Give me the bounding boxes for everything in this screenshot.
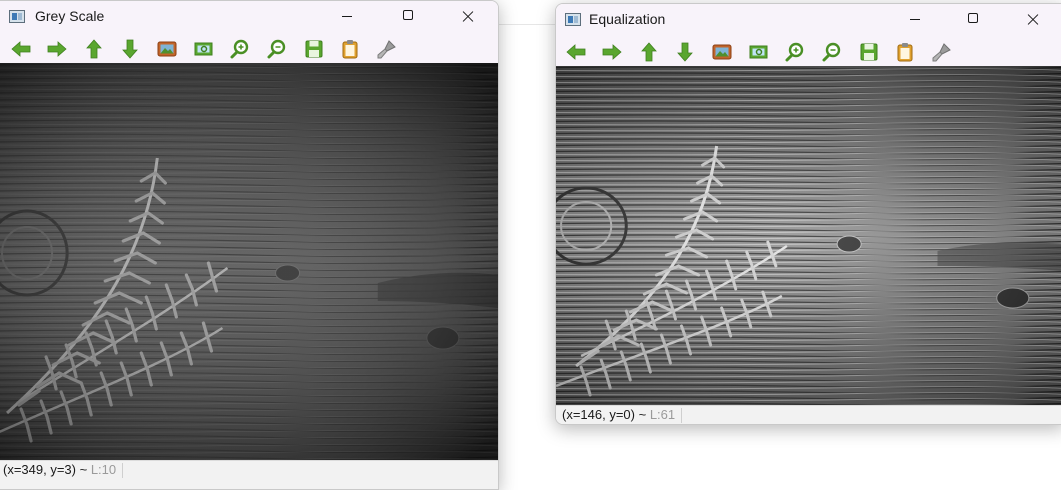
desktop-divider xyxy=(497,24,557,25)
zoom-fit-button[interactable] xyxy=(155,37,179,61)
zoom-out-icon xyxy=(267,39,286,59)
pan-left-button[interactable] xyxy=(9,37,33,61)
window-title: Grey Scale xyxy=(35,8,105,24)
cursor-coordinates: (x=146, y=0) ~ xyxy=(562,407,650,422)
pixel-value: L:61 xyxy=(649,407,676,422)
status-bar: (x=349, y=3) ~ L:10 xyxy=(0,460,498,489)
pixel-value: L:10 xyxy=(90,462,117,477)
pan-down-button[interactable] xyxy=(673,40,697,64)
zoom-out-icon xyxy=(822,42,841,62)
image-icon xyxy=(712,44,732,60)
title-bar[interactable]: Grey Scale xyxy=(0,1,498,33)
maximize-button[interactable] xyxy=(380,1,438,33)
arrow-right-icon xyxy=(47,41,67,57)
pan-right-button[interactable] xyxy=(45,37,69,61)
copy-button[interactable] xyxy=(338,37,362,61)
toolbar xyxy=(556,36,1061,66)
zoom-region-icon xyxy=(749,45,768,59)
copy-button[interactable] xyxy=(893,40,917,64)
properties-button[interactable] xyxy=(930,40,954,64)
pan-left-button[interactable] xyxy=(564,40,588,64)
app-icon xyxy=(9,10,25,23)
status-separator xyxy=(681,408,683,424)
pan-down-button[interactable] xyxy=(118,37,142,61)
zoom-in-button[interactable] xyxy=(783,40,807,64)
status-text: (x=349, y=3) ~ L:10 xyxy=(3,462,124,479)
clipboard-icon xyxy=(897,43,913,62)
arrow-up-icon xyxy=(86,39,102,59)
zoom-region-button[interactable] xyxy=(747,40,771,64)
window-title: Equalization xyxy=(589,11,666,27)
cursor-coordinates: (x=349, y=3) ~ xyxy=(3,462,91,477)
minimize-button[interactable] xyxy=(886,4,944,36)
status-text: (x=146, y=0) ~ L:61 xyxy=(562,407,683,424)
minimize-icon xyxy=(910,19,920,20)
greyscale-window[interactable]: Grey Scale (x=349, y=3) ~ L:10 xyxy=(0,0,499,490)
pan-up-button[interactable] xyxy=(82,37,106,61)
properties-button[interactable] xyxy=(375,37,399,61)
save-icon xyxy=(305,40,323,58)
arrow-up-icon xyxy=(641,42,657,62)
save-icon xyxy=(860,43,878,61)
brush-icon xyxy=(377,40,396,59)
pan-up-button[interactable] xyxy=(637,40,661,64)
zoom-fit-button[interactable] xyxy=(710,40,734,64)
maximize-icon xyxy=(403,10,413,20)
arrow-left-icon xyxy=(566,44,586,60)
zoom-region-icon xyxy=(194,42,213,56)
equalization-window[interactable]: Equalization (x=146, y=0) ~ L:61 xyxy=(555,3,1061,425)
close-button[interactable] xyxy=(1004,4,1061,36)
status-bar: (x=146, y=0) ~ L:61 xyxy=(556,405,1061,424)
greyscale-image xyxy=(0,63,498,460)
arrow-down-icon xyxy=(122,39,138,59)
image-display[interactable] xyxy=(0,63,498,460)
pan-right-button[interactable] xyxy=(600,40,624,64)
brush-icon xyxy=(932,43,951,62)
toolbar xyxy=(0,33,498,63)
image-icon xyxy=(157,41,177,57)
close-button[interactable] xyxy=(439,1,497,33)
image-display[interactable] xyxy=(556,66,1061,405)
minimize-button[interactable] xyxy=(318,1,376,33)
zoom-out-button[interactable] xyxy=(820,40,844,64)
save-button[interactable] xyxy=(302,37,326,61)
equalized-image xyxy=(556,66,1061,405)
app-icon xyxy=(565,13,581,26)
zoom-in-button[interactable] xyxy=(228,37,252,61)
zoom-region-button[interactable] xyxy=(192,37,216,61)
clipboard-icon xyxy=(342,40,358,59)
minimize-icon xyxy=(342,16,352,17)
zoom-out-button[interactable] xyxy=(265,37,289,61)
status-separator xyxy=(122,463,124,479)
arrow-right-icon xyxy=(602,44,622,60)
save-button[interactable] xyxy=(857,40,881,64)
maximize-icon xyxy=(968,13,978,23)
zoom-in-icon xyxy=(230,39,249,59)
maximize-button[interactable] xyxy=(945,4,1003,36)
arrow-down-icon xyxy=(677,42,693,62)
zoom-in-icon xyxy=(785,42,804,62)
title-bar[interactable]: Equalization xyxy=(556,4,1061,36)
arrow-left-icon xyxy=(11,41,31,57)
